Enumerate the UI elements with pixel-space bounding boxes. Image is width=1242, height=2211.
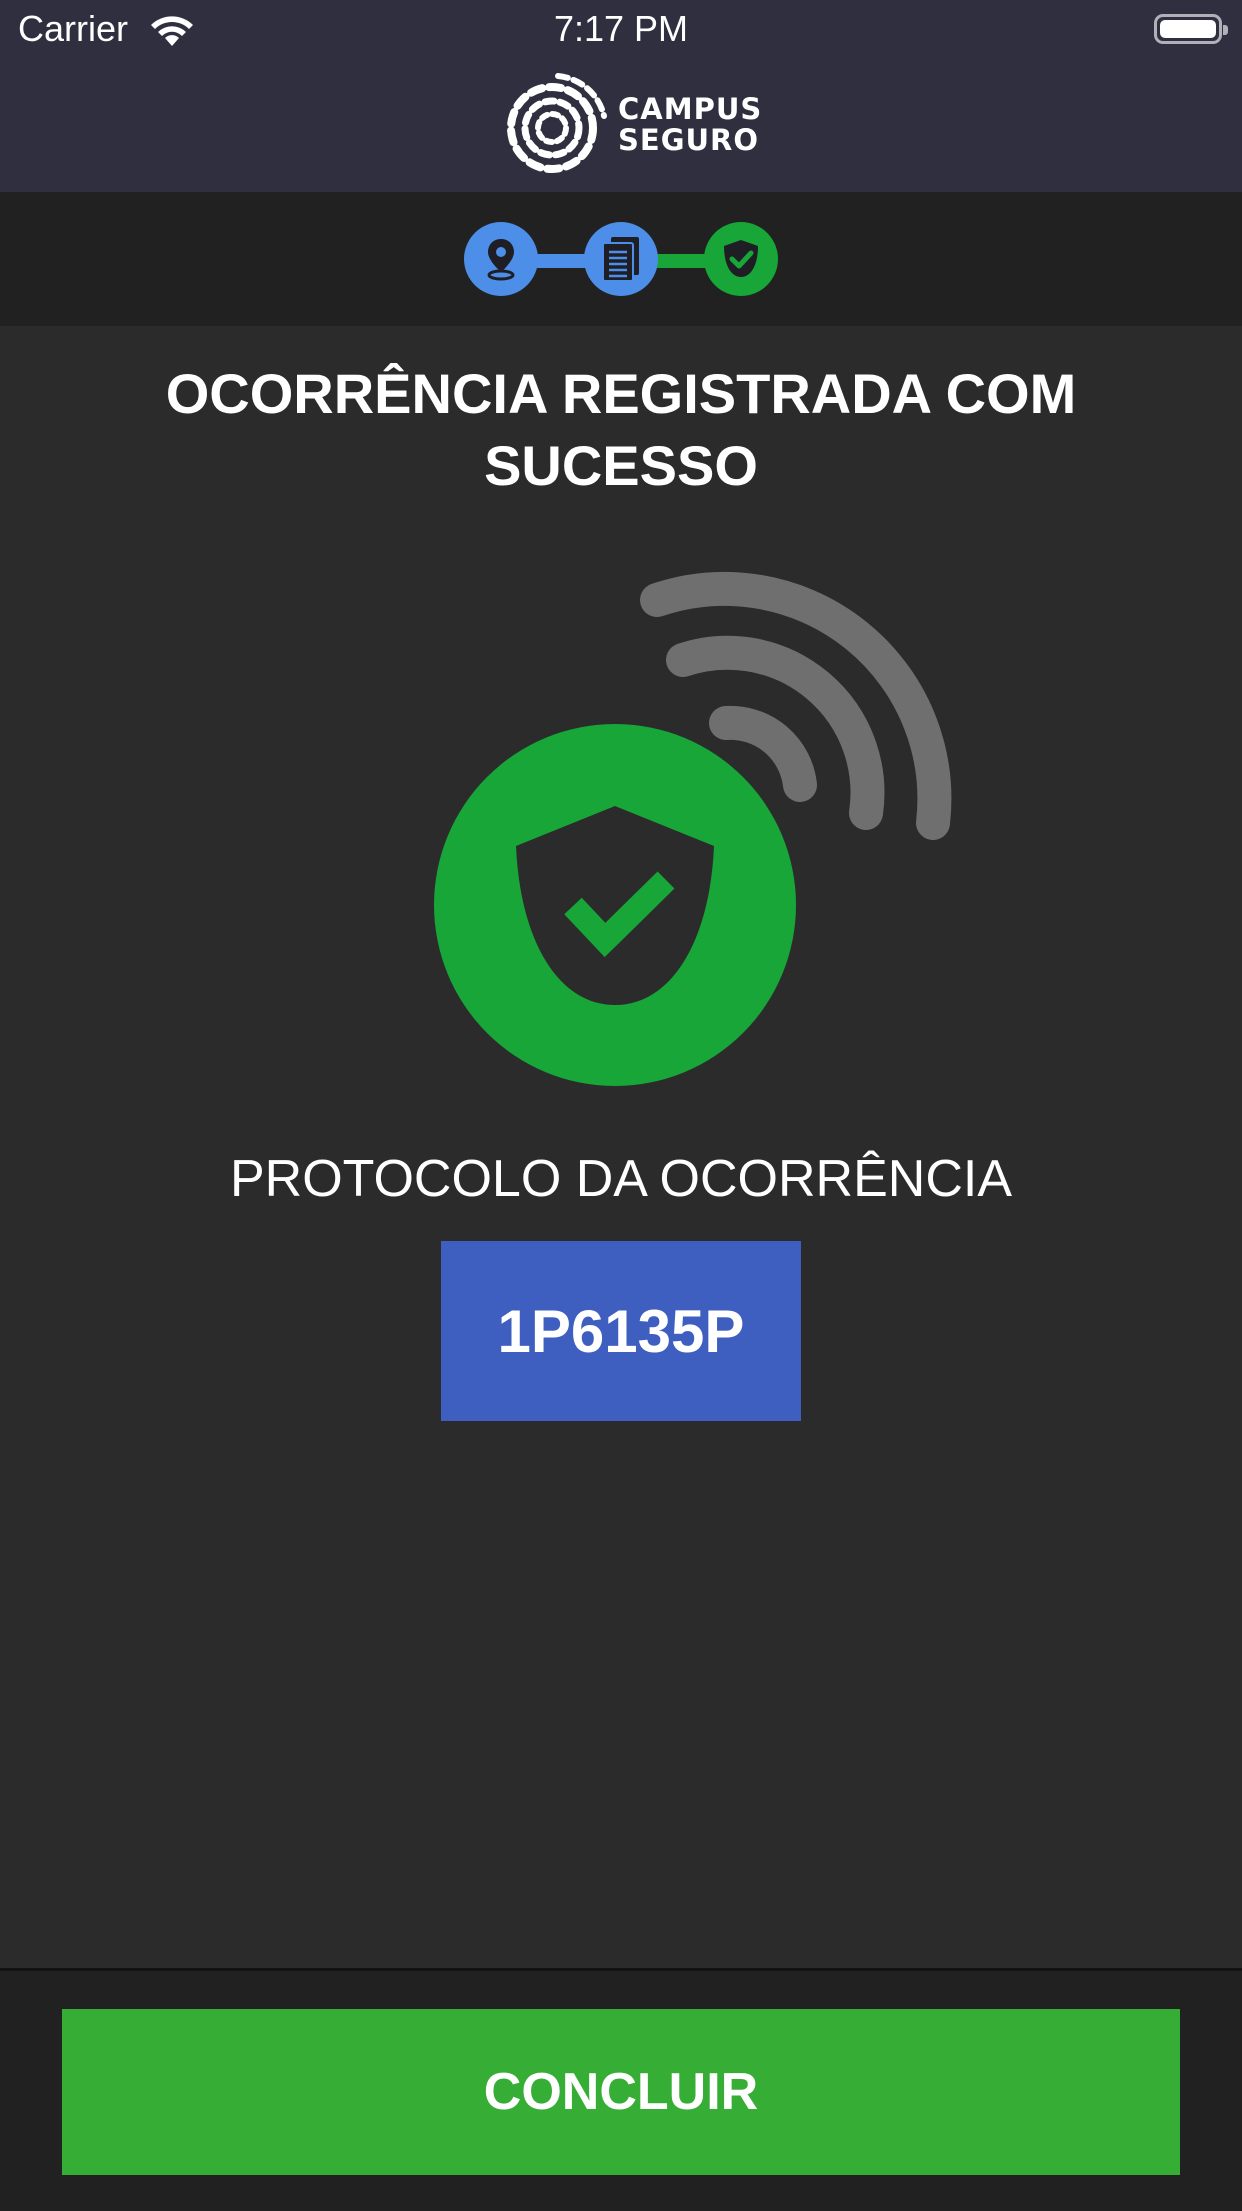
logo-text-line2: SEGURO [618,123,760,157]
logo-text: CAMPUS SEGURO [618,94,762,156]
step-connector-2 [650,254,712,268]
globe-logo-icon [507,73,607,173]
step-location [464,222,538,296]
step-connector-1 [530,254,592,268]
document-icon [602,237,639,282]
battery-icon [1154,14,1228,44]
page-title: OCORRÊNCIA REGISTRADA COM SUCESSO [165,362,1077,497]
step-document [584,222,658,296]
shield-check-signal-icon [434,571,952,1086]
protocol-code-box: 1P6135P [441,1241,801,1421]
protocol-code: 1P6135P [497,1297,745,1365]
step-success [704,222,778,296]
status-time: 7:17 PM [553,8,689,49]
shield-check-icon [724,240,758,277]
location-pin-icon [487,239,515,281]
conclude-button[interactable]: CONCLUIR [62,2009,1180,2175]
footer: CONCLUIR [0,1968,1242,2211]
status-bar: Carrier 7:17 PM [0,0,1242,62]
logo-text-line1: CAMPUS [618,92,763,126]
progress-steps [0,192,1242,326]
app-header: CAMPUS SEGURO [0,62,1242,192]
campus-seguro-logo: CAMPUS SEGURO [500,70,761,182]
protocol-label: PROTOCOLO DA OCORRÊNCIA [229,1150,1013,1208]
